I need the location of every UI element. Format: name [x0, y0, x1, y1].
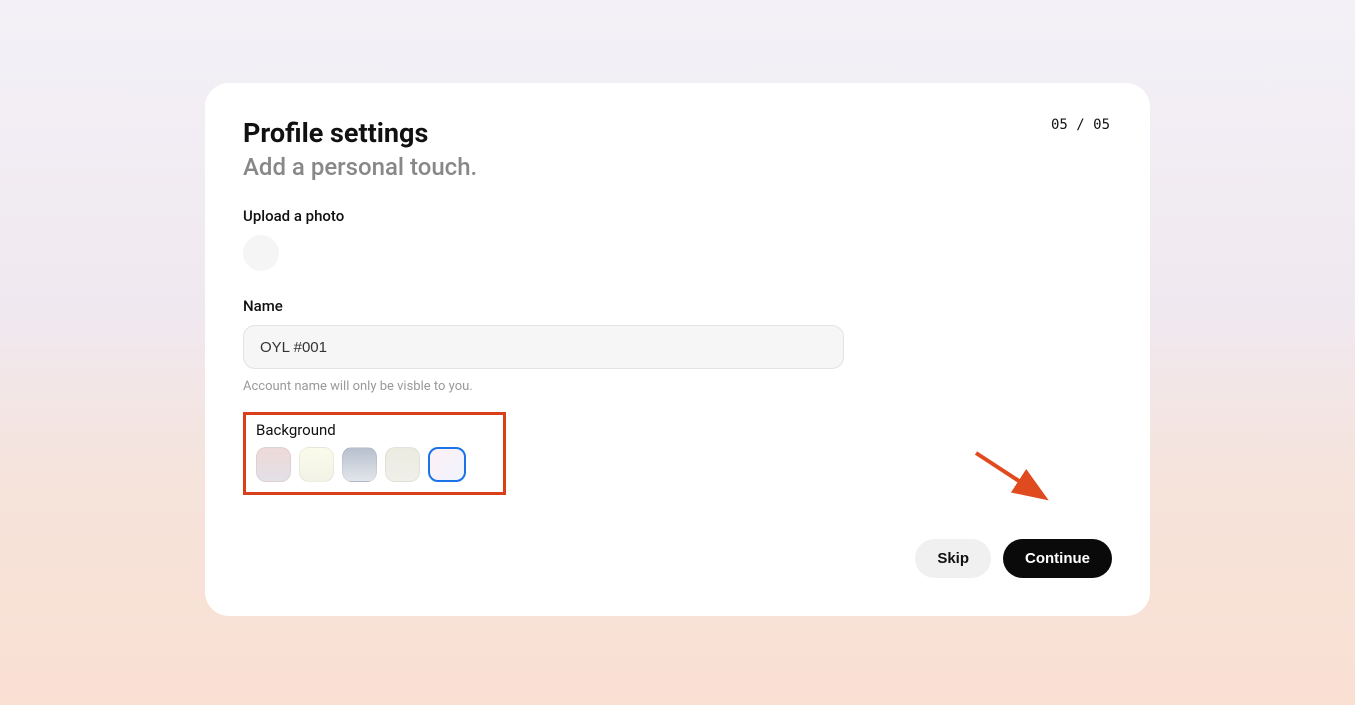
background-swatch-5[interactable] — [428, 447, 466, 482]
name-label: Name — [243, 297, 1112, 315]
background-section-highlight: Background — [243, 412, 506, 495]
skip-button[interactable]: Skip — [915, 539, 991, 578]
page-subtitle: Add a personal touch. — [243, 153, 1112, 181]
step-separator: / — [1068, 117, 1093, 133]
name-helper-text: Account name will only be visble to you. — [243, 379, 1112, 394]
name-section: Name Account name will only be visble to… — [243, 297, 1112, 394]
upload-photo-label: Upload a photo — [243, 207, 1112, 225]
page-title: Profile settings — [243, 117, 1112, 149]
step-current: 05 — [1051, 117, 1068, 133]
name-input[interactable] — [243, 325, 844, 369]
background-swatch-3[interactable] — [342, 447, 377, 482]
avatar-upload-button[interactable] — [243, 235, 279, 271]
background-label: Background — [256, 421, 493, 439]
continue-button[interactable]: Continue — [1003, 539, 1112, 578]
background-swatch-1[interactable] — [256, 447, 291, 482]
background-swatch-4[interactable] — [385, 447, 420, 482]
step-total: 05 — [1093, 117, 1110, 133]
upload-photo-section: Upload a photo — [243, 207, 1112, 271]
step-indicator: 05 / 05 — [1051, 117, 1110, 133]
background-swatch-row — [256, 447, 493, 482]
action-buttons: Skip Continue — [243, 539, 1112, 578]
profile-settings-card: 05 / 05 Profile settings Add a personal … — [205, 83, 1150, 616]
background-swatch-2[interactable] — [299, 447, 334, 482]
